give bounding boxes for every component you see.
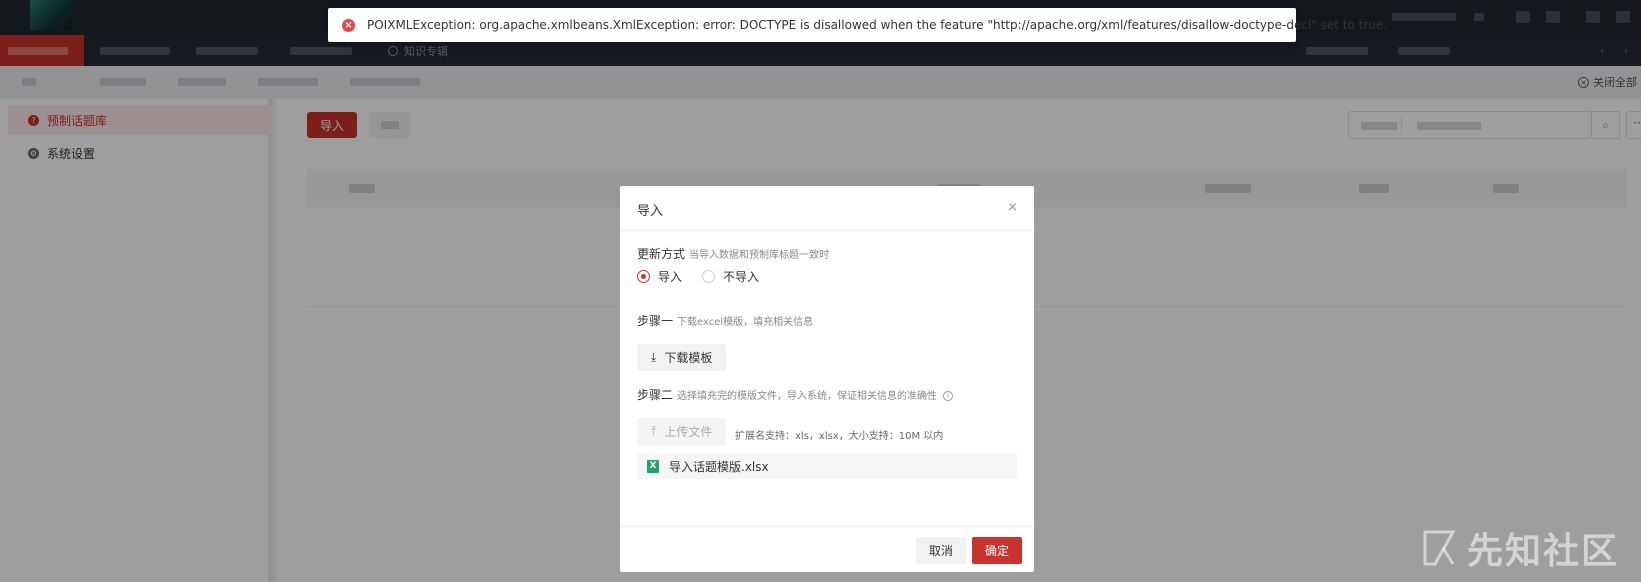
watermark: 先知社区 (1421, 522, 1619, 574)
step1-label: 步骤一 (637, 314, 674, 328)
step1-hint: 下载excel模版，填充相关信息 (677, 317, 814, 328)
error-circle-icon: × (342, 18, 355, 32)
update-mode-row: 更新方式 当导入数据和预制库标题一致时 (637, 245, 829, 262)
error-toast: × POIXMLException: org.apache.xmlbeans.X… (328, 8, 1387, 42)
info-icon[interactable]: i (943, 390, 954, 401)
radio-checked-icon (637, 270, 650, 283)
upload-icon: ⤒ (651, 424, 657, 438)
update-mode-hint: 当导入数据和预制库标题一致时 (689, 250, 830, 261)
radio-label: 不导入 (723, 270, 760, 284)
uploaded-file-item[interactable]: X 导入话题模版.xlsx (637, 453, 1017, 479)
step2-label: 步骤二 (637, 388, 674, 402)
radio-label: 导入 (658, 270, 683, 284)
watermark-logo-icon (1423, 530, 1456, 566)
download-template-button[interactable]: ⤓ 下载模板 (637, 344, 727, 371)
close-icon[interactable]: × (1007, 200, 1018, 215)
dialog-title: 导入 (637, 204, 664, 219)
import-dialog: 导入 × 更新方式 当导入数据和预制库标题一致时 导入 不导入 步骤一 下载exce… (620, 186, 1034, 572)
file-name: 导入话题模版.xlsx (669, 459, 769, 474)
step1-row: 步骤一 下载excel模版，填充相关信息 (637, 312, 813, 329)
step2-hint: 选择填充完的模版文件，导入系统，保证相关信息的准确性 (677, 391, 938, 402)
update-mode-radio-group: 导入 不导入 (637, 268, 759, 285)
confirm-button[interactable]: 确定 (972, 537, 1022, 564)
radio-import[interactable]: 导入 (637, 268, 682, 285)
upload-file-button[interactable]: ⤒ 上传文件 (637, 418, 727, 445)
radio-no-import[interactable]: 不导入 (702, 268, 759, 285)
upload-hint: 扩展名支持：xls，xlsx，大小支持：10M 以内 (735, 431, 944, 442)
download-label: 下载模板 (664, 351, 713, 365)
dialog-header: 导入 × (620, 186, 1034, 231)
radio-unchecked-icon (702, 270, 716, 283)
download-icon: ⤓ (651, 350, 657, 364)
excel-file-icon: X (647, 459, 659, 473)
step2-row: 步骤二 选择填充完的模版文件，导入系统，保证相关信息的准确性 i (637, 386, 954, 403)
update-mode-label: 更新方式 (637, 247, 686, 261)
cancel-button[interactable]: 取消 (916, 537, 966, 564)
dialog-footer: 取消 确定 (620, 526, 1034, 572)
error-message: POIXMLException: org.apache.xmlbeans.Xml… (367, 18, 1388, 32)
upload-label: 上传文件 (664, 425, 713, 439)
watermark-text: 先知社区 (1466, 531, 1619, 572)
